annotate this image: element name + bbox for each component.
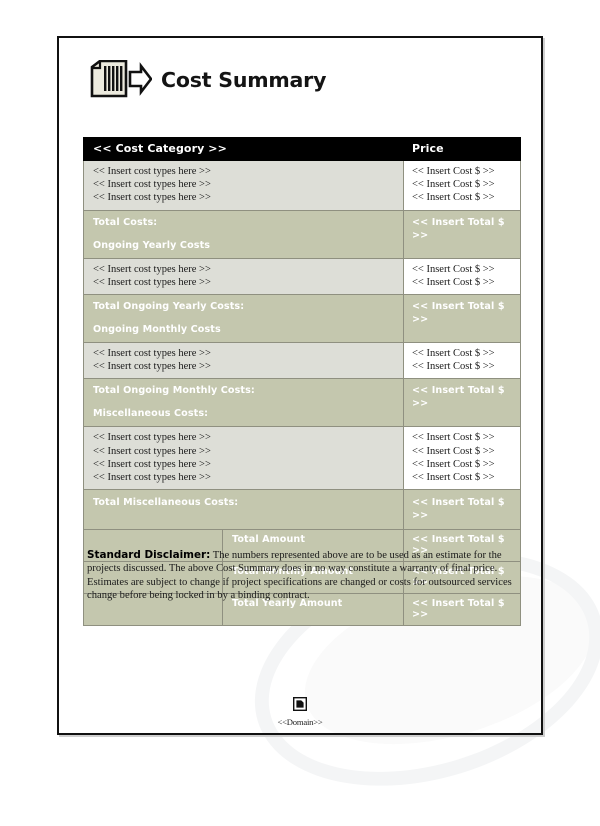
table-header-row: << Cost Category >> Price — [83, 137, 521, 161]
column-header-price: Price — [403, 137, 521, 161]
cost-entry-label[interactable]: << Insert cost types here >> — [93, 471, 403, 484]
cost-entry-label[interactable]: << Insert cost types here >> — [93, 165, 403, 178]
page-footer: <<Domain>> — [0, 696, 600, 727]
page-title: Cost Summary — [161, 68, 327, 92]
table-row: Total Miscellaneous Costs: << Insert Tot… — [83, 489, 521, 531]
domain-badge-icon — [292, 696, 308, 712]
cost-price-value[interactable]: << Insert Cost $ >> — [412, 263, 520, 276]
standard-disclaimer: Standard Disclaimer: The numbers represe… — [87, 549, 517, 603]
cost-entry-label[interactable]: << Insert cost types here >> — [93, 431, 403, 444]
next-section-label: Miscellaneous Costs: — [93, 408, 209, 420]
cost-price-group-2[interactable]: << Insert Cost $ >> << Insert Cost $ >> — [403, 257, 521, 296]
cost-price-value[interactable]: << Insert Cost $ >> — [412, 165, 520, 178]
cost-entry-label[interactable]: << Insert cost types here >> — [93, 191, 403, 204]
column-header-cost-category: << Cost Category >> — [83, 137, 404, 161]
section-total-value-1[interactable]: << Insert Total $ >> — [403, 209, 521, 259]
table-row: << Insert cost types here >> << Insert c… — [83, 160, 521, 211]
document-arrow-icon — [88, 59, 153, 100]
cost-price-value[interactable]: << Insert Cost $ >> — [412, 191, 520, 204]
cost-entry-label[interactable]: << Insert cost types here >> — [93, 360, 403, 373]
cost-entry-label[interactable]: << Insert cost types here >> — [93, 263, 403, 276]
cost-price-group-4[interactable]: << Insert Cost $ >> << Insert Cost $ >> … — [403, 426, 521, 491]
cost-entry-group-1[interactable]: << Insert cost types here >> << Insert c… — [83, 160, 404, 211]
cost-price-value[interactable]: << Insert Cost $ >> — [412, 458, 520, 471]
footer-domain-label: <<Domain>> — [277, 717, 323, 727]
page-sheet: Cost Summary << Cost Category >> Price <… — [0, 0, 600, 826]
next-section-label: Ongoing Monthly Costs — [93, 324, 221, 336]
section-total-label: Total Ongoing Yearly Costs: — [93, 301, 245, 313]
cost-price-value[interactable]: << Insert Cost $ >> — [412, 360, 520, 373]
section-total-4: Total Miscellaneous Costs: — [83, 489, 404, 531]
cost-price-value[interactable]: << Insert Cost $ >> — [412, 347, 520, 360]
table-row: Total Ongoing Yearly Costs: Ongoing Mont… — [83, 294, 521, 344]
cost-entry-group-2[interactable]: << Insert cost types here >> << Insert c… — [83, 257, 404, 296]
cost-price-value[interactable]: << Insert Cost $ >> — [412, 431, 520, 444]
cost-entry-label[interactable]: << Insert cost types here >> — [93, 178, 403, 191]
section-total-label: Total Costs: — [93, 216, 158, 228]
section-total-label: Total Ongoing Monthly Costs: — [93, 385, 255, 397]
cost-entry-label[interactable]: << Insert cost types here >> — [93, 347, 403, 360]
cost-entry-label[interactable]: << Insert cost types here >> — [93, 458, 403, 471]
cost-price-value[interactable]: << Insert Cost $ >> — [412, 445, 520, 458]
next-section-label: Ongoing Yearly Costs — [93, 239, 211, 251]
section-total-value-3[interactable]: << Insert Total $ >> — [403, 378, 521, 428]
section-total-2: Total Ongoing Yearly Costs: Ongoing Mont… — [83, 294, 404, 344]
disclaimer-label: Standard Disclaimer: — [87, 549, 211, 561]
cost-price-value[interactable]: << Insert Cost $ >> — [412, 178, 520, 191]
table-row: << Insert cost types here >> << Insert c… — [83, 342, 521, 380]
page-header: Cost Summary — [88, 59, 327, 100]
cost-price-value[interactable]: << Insert Cost $ >> — [412, 276, 520, 289]
table-row: << Insert cost types here >> << Insert c… — [83, 426, 521, 491]
section-total-value-4[interactable]: << Insert Total $ >> — [403, 489, 521, 531]
table-row: Total Costs: Ongoing Yearly Costs << Ins… — [83, 209, 521, 259]
section-total-1: Total Costs: Ongoing Yearly Costs — [83, 209, 404, 259]
table-row: Total Ongoing Monthly Costs: Miscellaneo… — [83, 378, 521, 428]
cost-price-group-1[interactable]: << Insert Cost $ >> << Insert Cost $ >> … — [403, 160, 521, 211]
section-total-value-2[interactable]: << Insert Total $ >> — [403, 294, 521, 344]
section-total-3: Total Ongoing Monthly Costs: Miscellaneo… — [83, 378, 404, 428]
cost-entry-label[interactable]: << Insert cost types here >> — [93, 445, 403, 458]
cost-price-value[interactable]: << Insert Cost $ >> — [412, 471, 520, 484]
cost-price-group-3[interactable]: << Insert Cost $ >> << Insert Cost $ >> — [403, 342, 521, 380]
cost-entry-label[interactable]: << Insert cost types here >> — [93, 276, 403, 289]
table-row: << Insert cost types here >> << Insert c… — [83, 257, 521, 296]
cost-entry-group-3[interactable]: << Insert cost types here >> << Insert c… — [83, 342, 404, 380]
cost-entry-group-4[interactable]: << Insert cost types here >> << Insert c… — [83, 426, 404, 491]
